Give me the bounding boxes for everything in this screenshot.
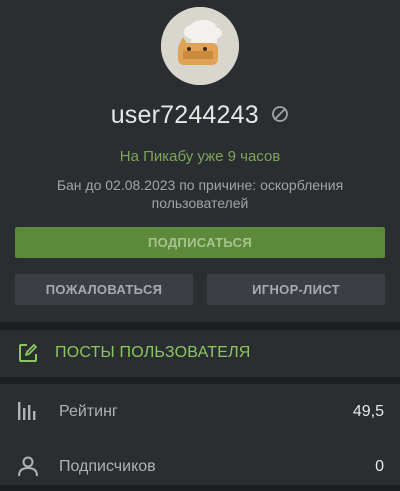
subscribe-button[interactable]: ПОДПИСАТЬСЯ xyxy=(15,227,385,258)
edit-square-icon xyxy=(19,344,37,362)
ban-icon xyxy=(272,106,289,122)
stat-label: Рейтинг xyxy=(59,403,118,420)
stat-row-rating[interactable]: Рейтинг 49,5 xyxy=(0,386,400,436)
report-button[interactable]: ПОЖАЛОВАТЬСЯ xyxy=(15,274,193,305)
user-posts-label: ПОСТЫ ПОЛЬЗОВАТЕЛЯ xyxy=(55,344,251,361)
username: user7244243 xyxy=(110,101,259,129)
ignore-list-button[interactable]: ИГНОР-ЛИСТ xyxy=(207,274,385,305)
user-posts-link[interactable]: ПОСТЫ ПОЛЬЗОВАТЕЛЯ xyxy=(0,330,400,377)
bar-chart-icon xyxy=(18,402,36,420)
avatar-cat-chef-icon xyxy=(161,7,239,85)
person-icon xyxy=(18,456,38,477)
stat-row-subscribers[interactable]: Подписчиков 0 xyxy=(0,441,400,491)
avatar[interactable] xyxy=(161,7,239,85)
stat-value: 49,5 xyxy=(352,403,384,420)
profile-card: user7244243 На Пикабу уже 9 часов Бан до… xyxy=(0,0,400,322)
stat-label: Подписчиков xyxy=(59,458,156,475)
ban-reason-text: Бан до 02.08.2023 по причине: оскорблени… xyxy=(56,177,344,211)
stats-list: Рейтинг 49,5 Подписчиков 0 xyxy=(0,384,400,485)
stat-value: 0 xyxy=(375,458,384,475)
member-since-text: На Пикабу уже 9 часов xyxy=(119,148,281,165)
username-row: user7244243 xyxy=(0,101,400,137)
